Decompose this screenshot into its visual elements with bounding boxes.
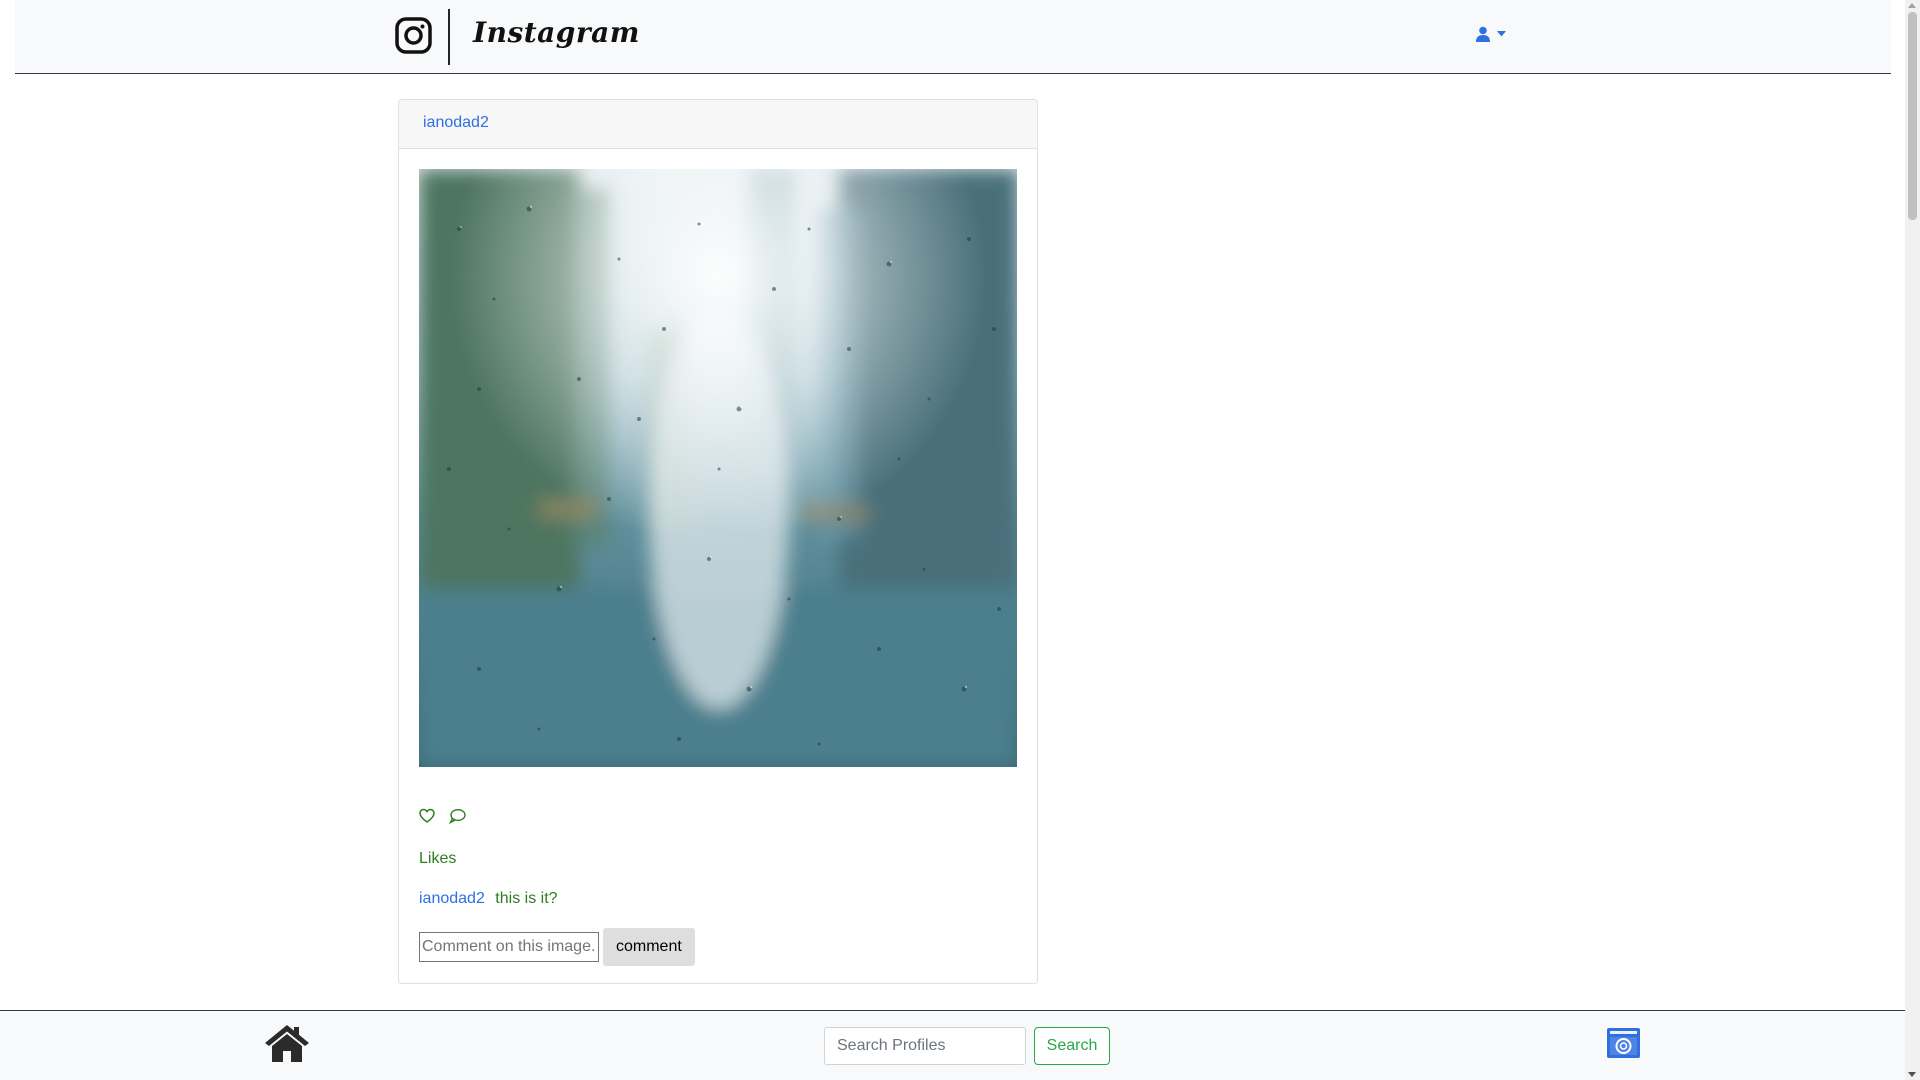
post-author-link[interactable]: ianodad2: [423, 114, 489, 131]
comment-input[interactable]: [419, 932, 599, 962]
brand-name[interactable]: Instagram: [473, 16, 640, 49]
search-profiles-input[interactable]: [824, 1027, 1026, 1065]
user-menu-toggle[interactable]: [1475, 26, 1506, 42]
post-actions: [419, 808, 466, 829]
likes-label: Likes: [419, 850, 457, 867]
caret-down-icon: [1497, 31, 1506, 37]
chat-bubble-icon[interactable]: [448, 808, 466, 829]
comment-form: comment: [419, 928, 695, 966]
comment-text: this is it?: [495, 890, 558, 907]
top-navbar: Instagram: [15, 0, 1891, 74]
user-icon: [1475, 26, 1491, 42]
home-icon[interactable]: [264, 1023, 310, 1068]
scroll-thumb[interactable]: [1908, 12, 1917, 220]
comment-author-link[interactable]: ianodad2: [419, 890, 485, 907]
page-scrollbar[interactable]: [1905, 0, 1920, 1080]
brand-divider: [448, 9, 450, 65]
comment-item: ianodad2 this is it?: [419, 890, 558, 908]
instagram-logo-icon[interactable]: [395, 17, 432, 54]
post-image[interactable]: [419, 169, 1017, 767]
camera-upload-icon[interactable]: [1607, 1028, 1640, 1063]
comment-button[interactable]: comment: [603, 928, 695, 966]
heart-outline-icon[interactable]: [419, 808, 435, 829]
post-card: ianodad2 Likes ianodad2 this is it? Comm…: [398, 99, 1038, 984]
scroll-up-arrow-icon[interactable]: [1908, 3, 1916, 8]
bottom-navbar: Search: [0, 1010, 1905, 1080]
search-button[interactable]: Search: [1034, 1027, 1110, 1065]
post-header: ianodad2: [399, 100, 1037, 149]
scroll-down-arrow-icon[interactable]: [1908, 1072, 1916, 1077]
